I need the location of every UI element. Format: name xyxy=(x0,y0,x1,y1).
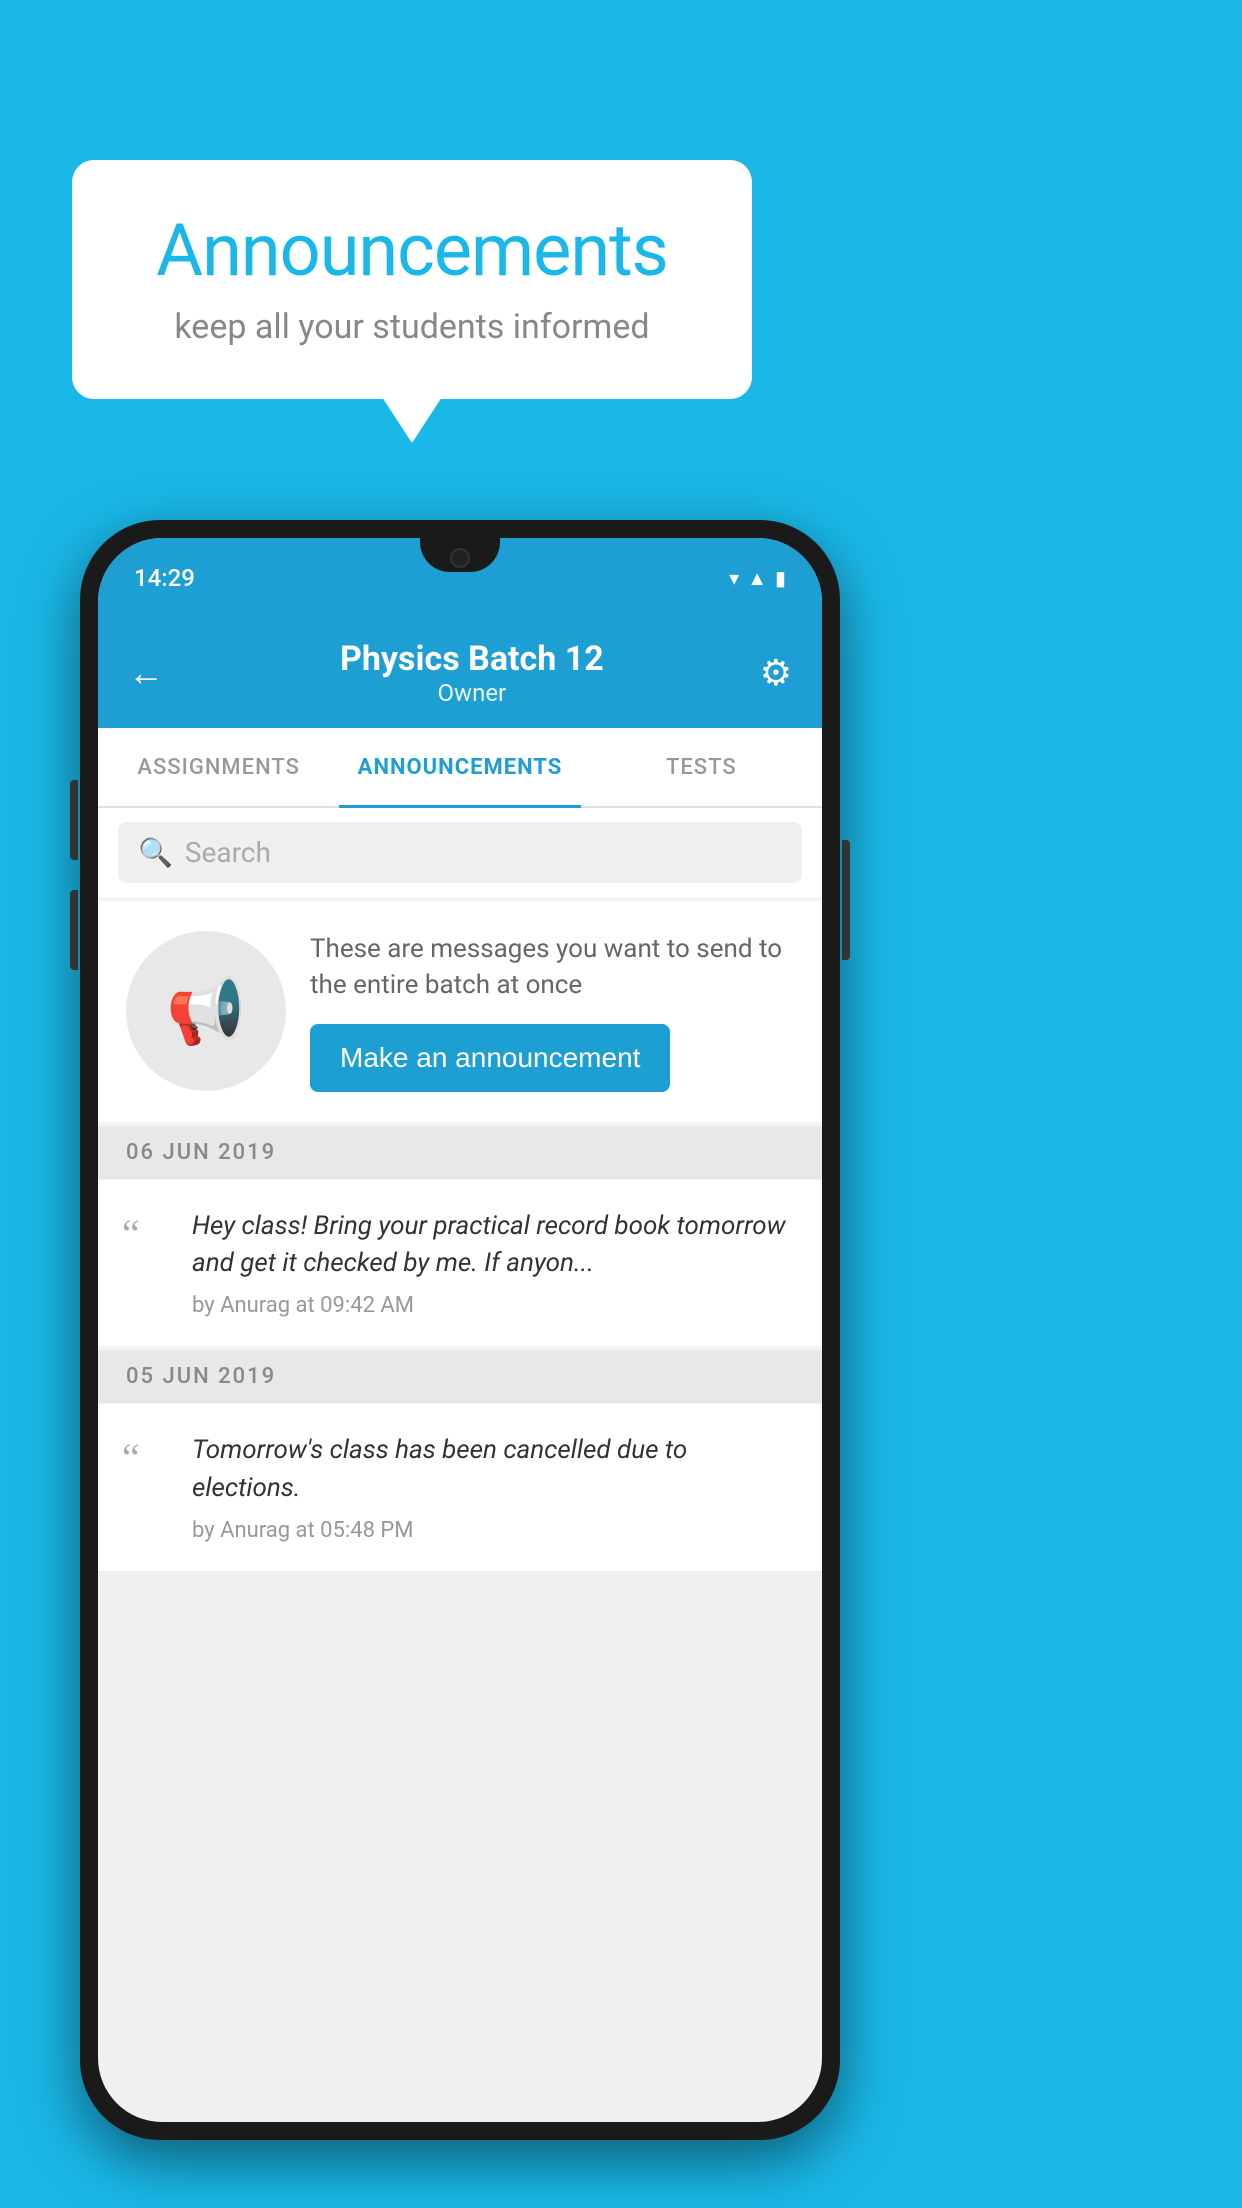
date-separator-june5: 05 JUN 2019 xyxy=(98,1350,822,1403)
announcement-meta-2: by Anurag at 05:48 PM xyxy=(192,1518,794,1543)
date-separator-june6: 06 JUN 2019 xyxy=(98,1126,822,1179)
search-icon: 🔍 xyxy=(138,836,173,869)
promo-block: 📢 These are messages you want to send to… xyxy=(98,901,822,1122)
phone-frame: 14:29 ▾ ▲ ▮ ← Physics Batch 12 Owner ⚙ xyxy=(80,520,840,2140)
phone-body: 14:29 ▾ ▲ ▮ ← Physics Batch 12 Owner ⚙ xyxy=(80,520,840,2140)
announcement-message-2: Tomorrow's class has been cancelled due … xyxy=(192,1432,794,1507)
speech-bubble-title: Announcements xyxy=(132,208,692,293)
app-bar: ← Physics Batch 12 Owner ⚙ xyxy=(98,618,822,728)
announcement-text-2: Tomorrow's class has been cancelled due … xyxy=(192,1432,794,1542)
promo-description: These are messages you want to send to t… xyxy=(310,931,794,1004)
announcement-item-2[interactable]: “ Tomorrow's class has been cancelled du… xyxy=(98,1404,822,1570)
tab-tests[interactable]: TESTS xyxy=(581,728,822,806)
megaphone-icon: 📢 xyxy=(166,974,246,1049)
tab-assignments[interactable]: ASSIGNMENTS xyxy=(98,728,339,806)
wifi-icon: ▾ xyxy=(729,566,739,590)
app-bar-title-block: Physics Batch 12 Owner xyxy=(184,639,760,707)
phone-screen: 14:29 ▾ ▲ ▮ ← Physics Batch 12 Owner ⚙ xyxy=(98,538,822,2122)
promo-right: These are messages you want to send to t… xyxy=(310,931,794,1092)
make-announcement-button[interactable]: Make an announcement xyxy=(310,1024,670,1092)
megaphone-circle: 📢 xyxy=(126,931,286,1091)
status-bar: 14:29 ▾ ▲ ▮ xyxy=(98,538,822,618)
app-bar-subtitle: Owner xyxy=(184,679,760,707)
quote-icon-2: “ xyxy=(122,1438,172,1478)
announcement-meta: by Anurag at 09:42 AM xyxy=(192,1293,794,1318)
search-bar[interactable]: 🔍 Search xyxy=(118,822,802,883)
settings-icon[interactable]: ⚙ xyxy=(760,652,792,694)
volume-down-button[interactable] xyxy=(70,890,78,970)
notch xyxy=(420,538,500,572)
search-container: 🔍 Search xyxy=(98,808,822,897)
quote-icon: “ xyxy=(122,1214,172,1254)
volume-up-button[interactable] xyxy=(70,780,78,860)
battery-icon: ▮ xyxy=(775,566,786,590)
signal-icon: ▲ xyxy=(747,566,767,591)
speech-bubble: Announcements keep all your students inf… xyxy=(72,160,752,399)
back-button[interactable]: ← xyxy=(128,652,164,694)
tabs-row: ASSIGNMENTS ANNOUNCEMENTS TESTS xyxy=(98,728,822,808)
tab-announcements[interactable]: ANNOUNCEMENTS xyxy=(339,728,580,806)
announcement-text: Hey class! Bring your practical record b… xyxy=(192,1208,794,1318)
announcement-message: Hey class! Bring your practical record b… xyxy=(192,1208,794,1283)
status-icons: ▾ ▲ ▮ xyxy=(729,566,786,591)
announcement-item[interactable]: “ Hey class! Bring your practical record… xyxy=(98,1180,822,1346)
camera-icon xyxy=(450,548,470,568)
content-area: 🔍 Search 📢 These are messages you want t… xyxy=(98,808,822,1571)
app-bar-title: Physics Batch 12 xyxy=(184,639,760,679)
search-placeholder: Search xyxy=(185,836,271,869)
power-button[interactable] xyxy=(842,840,850,960)
status-time: 14:29 xyxy=(134,564,195,592)
speech-bubble-subtitle: keep all your students informed xyxy=(132,307,692,347)
